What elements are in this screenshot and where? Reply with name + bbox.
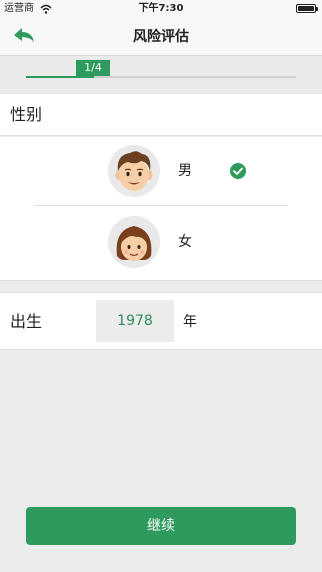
clock: 下午7:30	[138, 3, 184, 14]
birth-year-picker[interactable]: 1978	[96, 300, 174, 342]
birth-row: 出生 1978 年	[0, 292, 322, 350]
gender-label-female: 女	[178, 234, 192, 250]
year-unit-label: 年	[183, 314, 197, 330]
gender-section-title: 性别	[0, 94, 322, 136]
continue-button[interactable]: 继续	[26, 507, 296, 545]
divider	[34, 205, 288, 206]
progress-area: 1/4	[0, 56, 322, 94]
progress-step-badge: 1/4	[76, 60, 110, 76]
male-avatar-icon	[108, 145, 160, 197]
gender-option-male[interactable]: 男	[0, 137, 322, 205]
gender-option-female[interactable]: 女	[0, 208, 322, 276]
birth-label: 出生	[10, 312, 43, 331]
page-title: 风险评估	[133, 29, 189, 45]
gender-label-male: 男	[178, 163, 192, 179]
progress-fill	[26, 76, 94, 78]
checkmark-icon	[230, 163, 246, 179]
status-bar: 运营商 下午7:30	[0, 0, 322, 18]
gender-options: 男 女	[0, 137, 322, 281]
progress-bar	[26, 76, 296, 78]
female-avatar-icon	[108, 216, 160, 268]
navigation-bar: 风险评估	[0, 18, 322, 56]
battery-icon	[296, 4, 318, 13]
